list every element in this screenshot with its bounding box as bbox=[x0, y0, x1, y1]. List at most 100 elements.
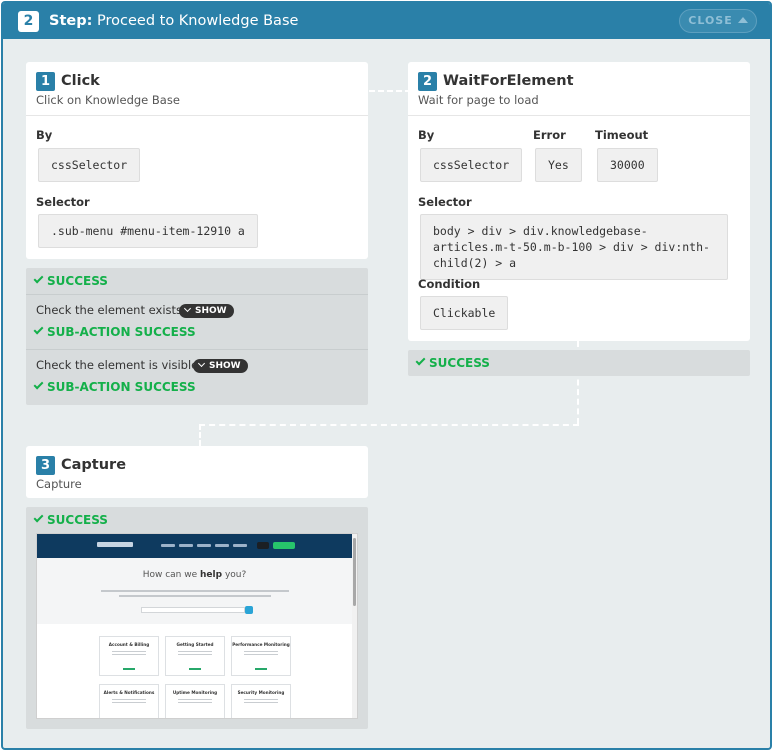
chevron-down-icon bbox=[197, 359, 206, 368]
result-status: SUCCESS bbox=[26, 507, 368, 533]
check-icon bbox=[33, 512, 44, 523]
screenshot-tile-line bbox=[178, 699, 212, 700]
screenshot-tile: Performance Monitoring bbox=[231, 636, 291, 676]
selector-label: Selector bbox=[418, 195, 472, 209]
by-value: cssSelector bbox=[420, 148, 523, 182]
step-number-badge: 2 bbox=[18, 11, 39, 32]
show-button-label: SHOW bbox=[209, 361, 241, 371]
screenshot-tile: Getting Started bbox=[165, 636, 225, 676]
screenshot-signup-button bbox=[273, 542, 295, 549]
screenshot-nav-item bbox=[179, 544, 193, 547]
connector-line bbox=[369, 90, 411, 92]
screenshot-tile-line bbox=[112, 699, 146, 700]
screenshot-tile-link bbox=[255, 668, 267, 670]
action-description: Click on Knowledge Base bbox=[36, 93, 180, 107]
screenshot-tile-line bbox=[244, 654, 278, 655]
selector-value: .sub-menu #menu-item-12910 a bbox=[38, 214, 258, 248]
screenshot-nav-item bbox=[215, 544, 229, 547]
chevron-down-icon bbox=[183, 304, 192, 313]
result-status-text: SUCCESS bbox=[47, 274, 108, 288]
screenshot-tile-line bbox=[112, 702, 146, 703]
check-icon bbox=[33, 273, 44, 284]
action-type: Capture bbox=[61, 457, 127, 473]
by-label: By bbox=[418, 128, 435, 142]
sub-action-status-text: SUB-ACTION SUCCESS bbox=[47, 380, 196, 394]
action-card-header: 1 Click Click on Knowledge Base bbox=[26, 62, 368, 116]
caret-up-icon bbox=[737, 17, 748, 23]
sub-action-status: SUB-ACTION SUCCESS bbox=[33, 324, 196, 339]
sub-action-text: Check the element is visible bbox=[36, 358, 199, 372]
show-button[interactable]: SHOW bbox=[179, 304, 234, 318]
step-title-prefix: Step: bbox=[49, 13, 93, 29]
screenshot-tile-title: Getting Started bbox=[176, 642, 214, 647]
action-card-waitforelement: 2 WaitForElement Wait for page to load B… bbox=[408, 62, 750, 341]
screenshot-tile-line bbox=[112, 654, 146, 655]
action-card-capture: 3 Capture Capture bbox=[26, 446, 368, 498]
screenshot-nav-item bbox=[233, 544, 247, 547]
screenshot-tile: Alerts & Notifications bbox=[99, 684, 159, 718]
result-status: SUCCESS bbox=[26, 268, 368, 294]
connector-line bbox=[199, 424, 579, 426]
condition-label: Condition bbox=[418, 277, 481, 291]
action-description: Capture bbox=[36, 477, 82, 491]
screenshot-tile-title: Alerts & Notifications bbox=[103, 690, 155, 695]
screenshot-tile: Uptime Monitoring bbox=[165, 684, 225, 718]
result-status-text: SUCCESS bbox=[429, 356, 490, 370]
close-button[interactable]: CLOSE bbox=[679, 9, 757, 33]
timeout-label: Timeout bbox=[595, 128, 649, 142]
screenshot-tile-line bbox=[244, 651, 278, 652]
screenshot-heading-suffix: you? bbox=[224, 570, 247, 580]
screenshot-tile-title: Account & Billing bbox=[108, 642, 150, 647]
step-panel: 2 Step: Proceed to Knowledge Base CLOSE … bbox=[1, 1, 772, 750]
screenshot-tile: Security Monitoring bbox=[231, 684, 291, 718]
action-result-waitforelement: SUCCESS bbox=[408, 350, 750, 376]
sub-action-row: Check the element is visible SHOW SUB-AC… bbox=[26, 349, 368, 405]
by-label: By bbox=[36, 128, 53, 142]
step-title: Step: Proceed to Knowledge Base bbox=[49, 12, 298, 30]
action-card-header: 2 WaitForElement Wait for page to load bbox=[408, 62, 750, 116]
screenshot-tile-line bbox=[178, 651, 212, 652]
action-description: Wait for page to load bbox=[418, 93, 539, 107]
screenshot-tile-line bbox=[244, 699, 278, 700]
screenshot-scrollbar-thumb bbox=[353, 538, 356, 606]
error-label: Error bbox=[533, 128, 566, 142]
screenshot-heading-bold: help bbox=[200, 570, 223, 580]
check-icon bbox=[33, 379, 44, 390]
action-number-badge: 2 bbox=[418, 72, 437, 91]
screenshot-hero: How can we help you? bbox=[37, 558, 352, 624]
step-header: 2 Step: Proceed to Knowledge Base CLOSE bbox=[3, 3, 770, 39]
result-status-text: SUCCESS bbox=[47, 513, 108, 527]
screenshot-tile-title: Performance Monitoring bbox=[232, 642, 290, 647]
screenshot-tile-line bbox=[178, 702, 212, 703]
screenshot-heading: How can we help you? bbox=[37, 570, 352, 580]
action-number-badge: 1 bbox=[36, 72, 55, 91]
capture-screenshot[interactable]: How can we help you? Account & Billing G… bbox=[36, 533, 358, 719]
screenshot-text-line bbox=[119, 595, 271, 597]
action-number-badge: 3 bbox=[36, 456, 55, 475]
condition-value: Clickable bbox=[420, 296, 509, 330]
result-status: SUCCESS bbox=[408, 350, 750, 376]
check-icon bbox=[33, 324, 44, 335]
action-type: WaitForElement bbox=[443, 73, 574, 89]
screenshot-logo bbox=[97, 542, 133, 547]
action-type: Click bbox=[61, 73, 100, 89]
check-icon bbox=[415, 355, 426, 366]
screenshot-search-button bbox=[245, 606, 253, 614]
error-value: Yes bbox=[535, 148, 582, 182]
connector-line bbox=[199, 424, 201, 446]
screenshot-tile-title: Uptime Monitoring bbox=[172, 690, 218, 695]
show-button[interactable]: SHOW bbox=[193, 359, 248, 373]
timeout-value: 30000 bbox=[597, 148, 658, 182]
screenshot-text-line bbox=[101, 590, 289, 592]
screenshot-tile-line bbox=[112, 651, 146, 652]
show-button-label: SHOW bbox=[195, 306, 227, 316]
screenshot-tile-line bbox=[244, 702, 278, 703]
screenshot-search-box bbox=[141, 607, 245, 613]
sub-action-status-text: SUB-ACTION SUCCESS bbox=[47, 325, 196, 339]
screenshot-heading-prefix: How can we bbox=[142, 570, 198, 580]
close-button-label: CLOSE bbox=[688, 14, 733, 27]
screenshot-tile-title: Security Monitoring bbox=[237, 690, 285, 695]
screenshot-tile-link bbox=[189, 668, 201, 670]
sub-action-status: SUB-ACTION SUCCESS bbox=[33, 379, 196, 394]
action-result-click: SUCCESS Check the element exists SHOW SU… bbox=[26, 268, 368, 405]
